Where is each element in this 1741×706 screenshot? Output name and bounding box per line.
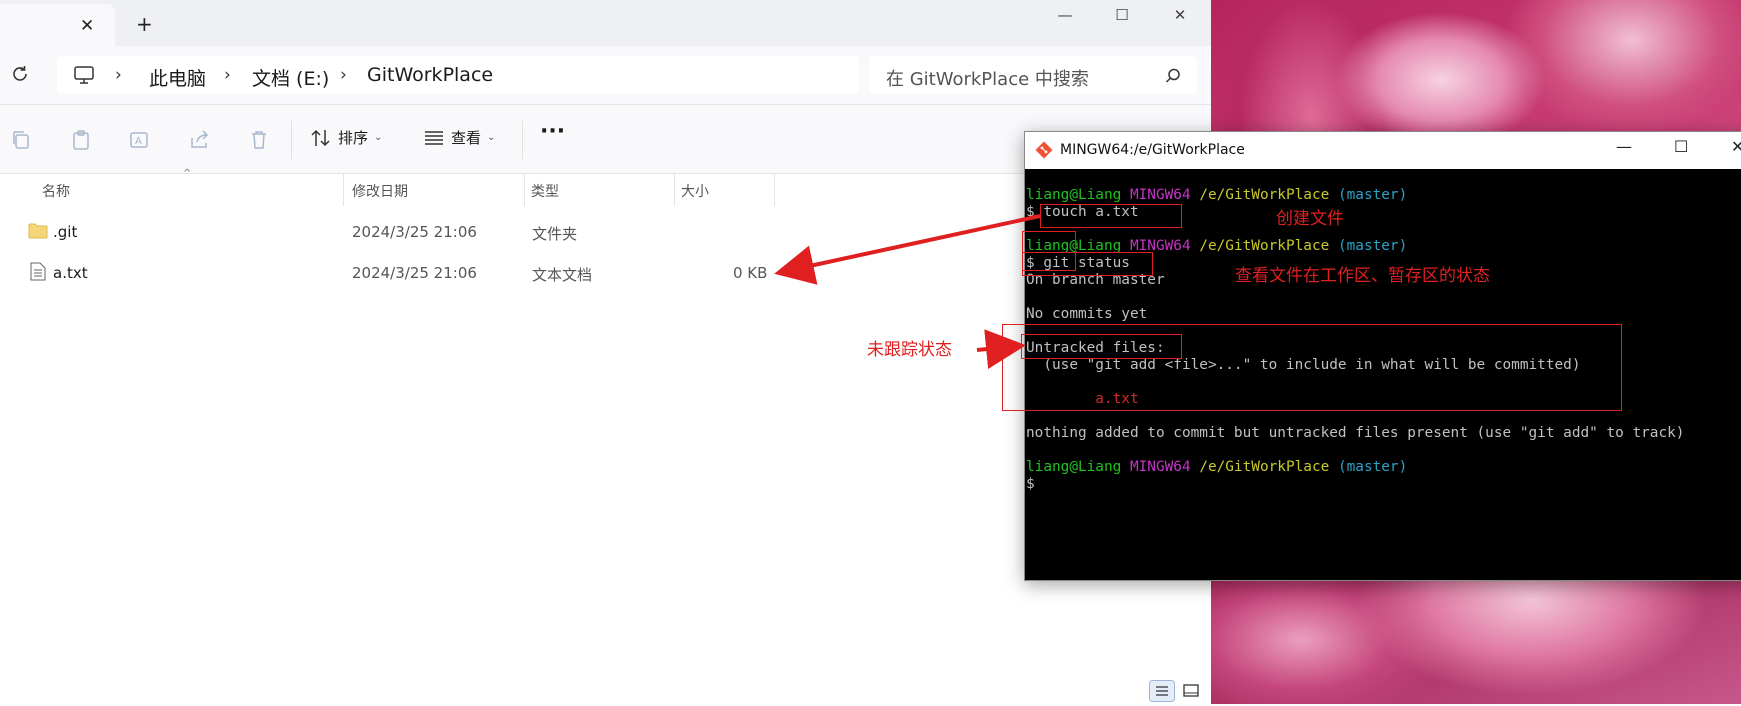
- git-logo-icon: [1035, 141, 1053, 159]
- search-input[interactable]: 在 GitWorkPlace 中搜索: [886, 65, 1089, 91]
- sort-label: 排序: [338, 129, 369, 147]
- column-divider[interactable]: [524, 174, 525, 206]
- explorer-tab[interactable]: ✕: [0, 4, 115, 46]
- address-bar-row: › 此电脑 › 文档 (E:) › GitWorkPlace 在 GitWork…: [0, 46, 1211, 105]
- column-modified[interactable]: 修改日期: [352, 181, 408, 201]
- view-toggle: [1149, 680, 1202, 706]
- file-name: a.txt: [53, 264, 88, 282]
- explorer-titlebar: ✕ + — ☐ ✕: [0, 0, 1211, 46]
- chevron-down-icon: ⌄: [487, 132, 496, 143]
- file-size: 0 KB: [733, 264, 768, 282]
- annotation-status-note: 查看文件在工作区、暂存区的状态: [1235, 266, 1490, 286]
- annotation-box-untracked-section: [1002, 324, 1622, 411]
- terminal-titlebar[interactable]: MINGW64:/e/GitWorkPlace — ☐ ✕: [1025, 132, 1741, 169]
- breadcrumb-drive[interactable]: 文档 (E:): [252, 64, 329, 91]
- annotation-box-touch: [1040, 204, 1182, 228]
- search-icon[interactable]: [1165, 68, 1181, 84]
- search-box[interactable]: 在 GitWorkPlace 中搜索: [869, 56, 1197, 94]
- copy-icon[interactable]: [10, 129, 32, 151]
- column-divider[interactable]: [774, 174, 775, 206]
- folder-icon: [28, 223, 48, 239]
- share-icon[interactable]: [189, 129, 211, 151]
- column-name[interactable]: 名称: [42, 181, 70, 201]
- terminal-maximize-button[interactable]: ☐: [1674, 137, 1688, 156]
- column-divider[interactable]: [343, 174, 344, 206]
- refresh-icon[interactable]: [10, 64, 30, 84]
- column-type[interactable]: 类型: [531, 181, 559, 201]
- chevron-down-icon: ⌄: [374, 132, 383, 143]
- delete-icon[interactable]: [248, 129, 270, 151]
- terminal-title: MINGW64:/e/GitWorkPlace: [1060, 142, 1245, 158]
- file-type: 文件夹: [532, 225, 578, 243]
- annotation-box-git-status: [1022, 252, 1153, 276]
- view-button[interactable]: 查看 ⌄: [423, 127, 495, 148]
- close-window-button[interactable]: ✕: [1155, 2, 1205, 28]
- maximize-button[interactable]: ☐: [1097, 2, 1147, 28]
- sort-button[interactable]: 排序 ⌄: [310, 127, 382, 148]
- annotation-create-file: 创建文件: [1276, 209, 1344, 229]
- file-row[interactable]: .git 2024/3/25 21:06 文件夹: [0, 212, 800, 252]
- annotation-untracked: 未跟踪状态: [867, 340, 952, 360]
- breadcrumb-folder[interactable]: GitWorkPlace: [367, 64, 493, 86]
- terminal-close-button[interactable]: ✕: [1731, 137, 1741, 156]
- sort-icon: [311, 129, 330, 146]
- tiles-view-icon[interactable]: [1180, 680, 1202, 702]
- breadcrumb-this-pc[interactable]: 此电脑: [149, 64, 206, 91]
- final-prompt: $: [1026, 476, 1035, 492]
- computer-icon: [74, 66, 94, 84]
- view-label: 查看: [451, 129, 482, 147]
- new-tab-icon[interactable]: +: [136, 14, 153, 34]
- prompt-line: liang@Liang MINGW64 /e/GitWorkPlace (mas…: [1026, 459, 1408, 475]
- close-tab-icon[interactable]: ✕: [80, 16, 94, 36]
- toolbar-divider: [291, 121, 292, 159]
- paste-icon[interactable]: [70, 129, 92, 151]
- file-name: .git: [53, 223, 78, 241]
- address-bar[interactable]: › 此电脑 › 文档 (E:) › GitWorkPlace: [57, 56, 859, 94]
- column-size[interactable]: 大小: [681, 181, 709, 201]
- toolbar-divider: [522, 121, 523, 159]
- output-line: nothing added to commit but untracked fi…: [1026, 425, 1685, 441]
- file-row[interactable]: a.txt 2024/3/25 21:06 文本文档 0 KB: [0, 253, 800, 293]
- terminal-minimize-button[interactable]: —: [1616, 137, 1632, 156]
- rename-icon[interactable]: A: [129, 129, 151, 151]
- svg-text:A: A: [135, 136, 142, 147]
- text-file-icon: [30, 262, 46, 281]
- chevron-right-icon: ›: [115, 65, 122, 85]
- sort-indicator-icon: ^: [183, 168, 192, 179]
- view-list-icon: [425, 130, 443, 145]
- minimize-button[interactable]: —: [1040, 2, 1090, 28]
- file-modified: 2024/3/25 21:06: [352, 264, 477, 282]
- column-divider[interactable]: [674, 174, 675, 206]
- file-modified: 2024/3/25 21:06: [352, 223, 477, 241]
- file-type: 文本文档: [532, 266, 593, 284]
- chevron-right-icon: ›: [224, 65, 231, 85]
- more-options-button[interactable]: ···: [540, 119, 565, 144]
- details-view-icon[interactable]: [1149, 680, 1175, 702]
- prompt-line: liang@Liang MINGW64 /e/GitWorkPlace (mas…: [1026, 187, 1408, 203]
- chevron-right-icon: ›: [340, 65, 347, 85]
- output-line: No commits yet: [1026, 306, 1148, 322]
